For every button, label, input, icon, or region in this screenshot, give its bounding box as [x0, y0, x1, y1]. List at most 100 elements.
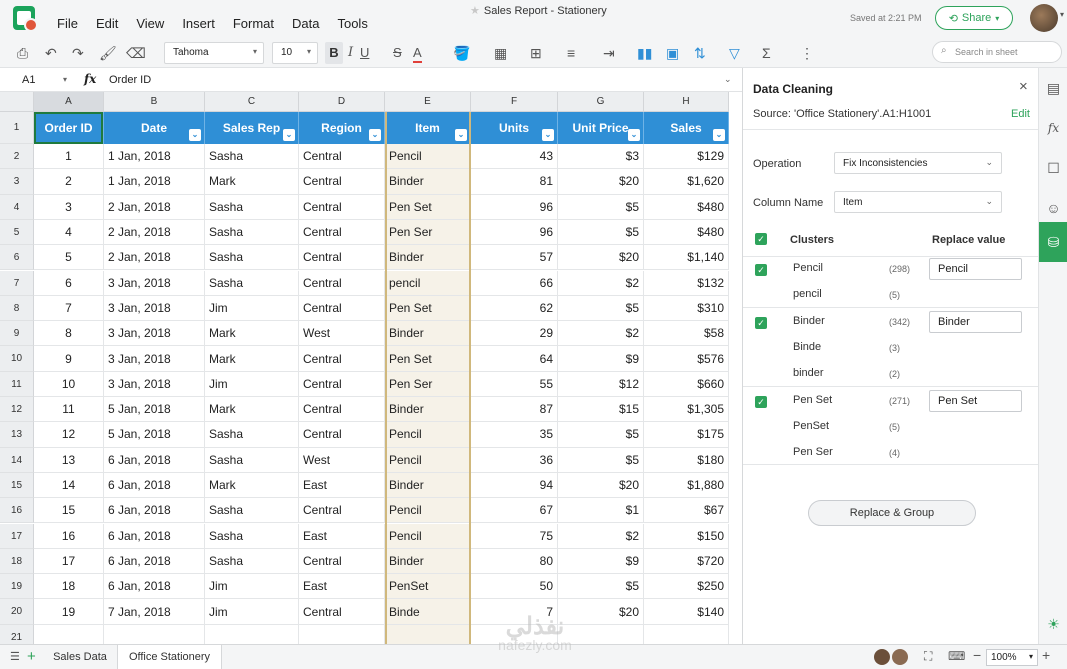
table-cell[interactable]: Central [299, 219, 385, 246]
table-cell[interactable]: $1,140 [644, 245, 729, 271]
menu-edit[interactable]: Edit [96, 16, 118, 31]
table-cell[interactable]: 1 Jan, 2018 [104, 144, 205, 170]
table-cell[interactable]: 3 Jan, 2018 [104, 270, 205, 296]
table-cell[interactable]: $480 [644, 219, 729, 246]
search-input[interactable]: ⌕ Search in sheet [932, 41, 1062, 63]
table-cell[interactable]: Pencil [385, 447, 471, 473]
table-cell[interactable]: Sasha [205, 523, 299, 549]
bold-button[interactable]: B [325, 42, 343, 64]
table-cell[interactable]: 19 [34, 599, 104, 625]
table-cell[interactable]: Sasha [205, 219, 299, 246]
paint-format-icon[interactable]: 🖌 [99, 45, 117, 61]
select-all-corner[interactable] [0, 92, 34, 112]
table-cell[interactable]: 2 [34, 169, 104, 195]
table-cell[interactable]: Pencil [385, 144, 471, 170]
table-cell[interactable]: Mark [205, 169, 299, 195]
table-cell[interactable]: 94 [471, 472, 558, 499]
header-cell[interactable]: Units ⌄ [471, 112, 558, 144]
table-cell[interactable]: 8 [34, 321, 104, 347]
table-cell[interactable]: 1 [34, 144, 104, 170]
table-cell[interactable]: 66 [471, 270, 558, 296]
table-cell[interactable]: 57 [471, 245, 558, 271]
table-cell[interactable]: Binde [385, 599, 471, 625]
table-cell[interactable]: 16 [34, 523, 104, 549]
table-cell[interactable]: 3 Jan, 2018 [104, 346, 205, 372]
table-cell[interactable]: Central [299, 599, 385, 625]
replace-value-input[interactable]: Pencil [929, 258, 1022, 280]
table-cell[interactable] [385, 624, 471, 644]
row-header[interactable]: 9 [0, 321, 34, 347]
app-logo-icon[interactable] [13, 6, 38, 32]
row-header[interactable]: 12 [0, 397, 34, 423]
eraser-icon[interactable]: ⌫ [126, 45, 146, 61]
table-cell[interactable]: $1,620 [644, 169, 729, 195]
table-cell[interactable]: $1,880 [644, 472, 729, 499]
table-cell[interactable]: 2 Jan, 2018 [104, 245, 205, 271]
row-header[interactable]: 18 [0, 548, 34, 575]
table-cell[interactable]: $576 [644, 346, 729, 372]
table-cell[interactable]: Jim [205, 574, 299, 600]
sheet-list-icon[interactable]: ☰ [10, 650, 20, 663]
table-cell[interactable]: 80 [471, 548, 558, 575]
table-cell[interactable]: Jim [205, 371, 299, 397]
table-cell[interactable]: Central [299, 548, 385, 575]
table-cell[interactable]: 17 [34, 548, 104, 575]
table-cell[interactable]: $129 [644, 144, 729, 170]
table-cell[interactable]: $20 [558, 169, 644, 195]
menu-insert[interactable]: Insert [182, 16, 215, 31]
table-cell[interactable] [205, 624, 299, 644]
table-cell[interactable]: $15 [558, 397, 644, 423]
table-cell[interactable]: 6 [34, 270, 104, 296]
table-cell[interactable]: Pen Ser [385, 371, 471, 397]
table-cell[interactable]: $5 [558, 422, 644, 448]
menu-data[interactable]: Data [292, 16, 319, 31]
fill-color-icon[interactable]: 🪣 [453, 45, 470, 61]
row-header[interactable]: 14 [0, 447, 34, 473]
table-cell[interactable]: $480 [644, 194, 729, 220]
formula-input[interactable]: Order ID [109, 74, 151, 86]
header-cell[interactable]: Sales Rep ⌄ [205, 112, 299, 144]
table-cell[interactable]: 81 [471, 169, 558, 195]
filter-dropdown-icon[interactable]: ⌄ [542, 129, 554, 141]
column-header[interactable]: B [104, 92, 205, 112]
font-size-select[interactable]: 10 ▾ [272, 42, 318, 64]
replace-group-button[interactable]: Replace & Group [808, 500, 976, 526]
table-cell[interactable]: $67 [644, 498, 729, 524]
table-cell[interactable]: $9 [558, 346, 644, 372]
table-cell[interactable]: 96 [471, 219, 558, 246]
table-cell[interactable]: 2 Jan, 2018 [104, 219, 205, 246]
table-cell[interactable]: $150 [644, 523, 729, 549]
italic-button[interactable]: I [348, 45, 353, 61]
table-cell[interactable]: Pencil [385, 498, 471, 524]
table-cell[interactable]: 3 [34, 194, 104, 220]
add-sheet-icon[interactable]: + [27, 648, 36, 665]
underline-button[interactable]: U [360, 45, 369, 61]
table-cell[interactable]: $140 [644, 599, 729, 625]
table-cell[interactable]: Sasha [205, 447, 299, 473]
row-header[interactable]: 17 [0, 523, 34, 549]
table-cell[interactable]: Central [299, 194, 385, 220]
column-name-select[interactable]: Item ⌄ [834, 191, 1002, 213]
table-cell[interactable]: $132 [644, 270, 729, 296]
table-cell[interactable]: 18 [34, 574, 104, 600]
table-cell[interactable]: 5 Jan, 2018 [104, 397, 205, 423]
operation-select[interactable]: Fix Inconsistencies ⌄ [834, 152, 1002, 174]
table-cell[interactable]: 9 [34, 346, 104, 372]
table-cell[interactable]: 96 [471, 194, 558, 220]
row-header[interactable]: 1 [0, 112, 34, 144]
table-cell[interactable]: Sasha [205, 194, 299, 220]
font-color-button[interactable]: A [413, 45, 422, 63]
row-header[interactable]: 5 [0, 219, 34, 246]
row-header[interactable]: 15 [0, 472, 34, 499]
table-cell[interactable]: Binder [385, 169, 471, 195]
table-cell[interactable]: 7 [34, 295, 104, 322]
table-cell[interactable]: pencil [385, 270, 471, 296]
table-cell[interactable]: 36 [471, 447, 558, 473]
table-cell[interactable]: $2 [558, 523, 644, 549]
menu-file[interactable]: File [57, 16, 78, 31]
table-cell[interactable]: Central [299, 245, 385, 271]
table-cell[interactable]: $660 [644, 371, 729, 397]
table-cell[interactable]: East [299, 574, 385, 600]
undo-icon[interactable]: ↶ [45, 45, 57, 61]
filter-icon[interactable]: ▽ [729, 45, 740, 61]
